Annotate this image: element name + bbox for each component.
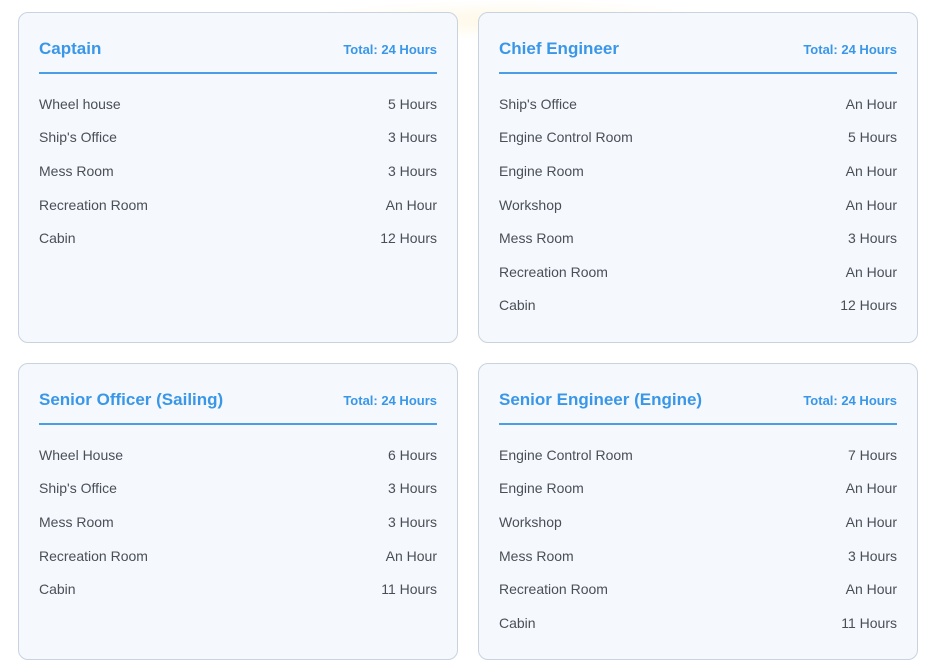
schedule-row: Workshop An Hour <box>499 505 897 539</box>
location-label: Ship's Office <box>499 95 577 112</box>
location-label: Wheel House <box>39 446 124 463</box>
schedule-row: Recreation Room An Hour <box>499 572 897 606</box>
location-label: Cabin <box>39 581 76 598</box>
hours-value: 5 Hours <box>387 95 437 112</box>
location-label: Cabin <box>499 297 536 314</box>
location-label: Mess Room <box>499 547 574 564</box>
hours-value: 11 Hours <box>841 614 897 631</box>
card-header: Captain Total: 24 Hours <box>39 13 437 74</box>
location-label: Ship's Office <box>39 129 117 146</box>
card-header: Senior Engineer (Engine) Total: 24 Hours <box>499 364 897 425</box>
hours-value: An Hour <box>845 513 897 530</box>
hours-value: An Hour <box>385 196 437 213</box>
card-header: Chief Engineer Total: 24 Hours <box>499 13 897 74</box>
schedule-row: Mess Room 3 Hours <box>39 505 437 539</box>
card-total: Total: 24 Hours <box>343 393 437 408</box>
hours-value: 7 Hours <box>847 446 897 463</box>
schedule-list: Ship's Office An Hour Engine Control Room 5… <box>499 74 897 322</box>
location-label: Cabin <box>39 230 76 247</box>
location-label: Mess Room <box>39 162 114 179</box>
hours-value: 3 Hours <box>387 513 437 530</box>
location-label: Recreation Room <box>39 196 148 213</box>
schedule-row: Cabin 11 Hours <box>499 606 897 640</box>
schedule-row: Ship's Office 3 Hours <box>39 121 437 155</box>
card-senior-officer-sailing: Senior Officer (Sailing) Total: 24 Hours… <box>18 363 458 660</box>
location-label: Workshop <box>499 196 562 213</box>
location-label: Cabin <box>499 614 536 631</box>
hours-value: 12 Hours <box>380 230 437 247</box>
card-title: Captain <box>39 39 102 58</box>
schedule-row: Engine Control Room 5 Hours <box>499 121 897 155</box>
schedule-row: Wheel House 6 Hours <box>39 438 437 472</box>
schedule-list: Wheel House 6 Hours Ship's Office 3 Hours Me… <box>39 425 437 606</box>
page: Captain Total: 24 Hours Wheel house 5 Hou… <box>0 0 930 666</box>
card-senior-engineer-engine: Senior Engineer (Engine) Total: 24 Hours… <box>478 363 918 660</box>
schedule-row: Cabin 12 Hours <box>499 289 897 323</box>
location-label: Engine Room <box>499 162 584 179</box>
card-total: Total: 24 Hours <box>343 42 437 57</box>
schedule-row: Mess Room 3 Hours <box>499 221 897 255</box>
location-label: Ship's Office <box>39 480 117 497</box>
schedule-row: Engine Room An Hour <box>499 472 897 506</box>
card-title: Senior Engineer (Engine) <box>499 390 703 409</box>
hours-value: 3 Hours <box>847 230 897 247</box>
hours-value: An Hour <box>385 547 437 564</box>
schedule-row: Recreation Room An Hour <box>499 255 897 289</box>
hours-value: An Hour <box>845 95 897 112</box>
schedule-list: Wheel house 5 Hours Ship's Office 3 Hours Me… <box>39 74 437 255</box>
hours-value: 3 Hours <box>847 547 897 564</box>
schedule-row: Mess Room 3 Hours <box>39 154 437 188</box>
hours-value: An Hour <box>845 581 897 598</box>
hours-value: An Hour <box>845 162 897 179</box>
schedule-row: Recreation Room An Hour <box>39 188 437 222</box>
schedule-list: Engine Control Room 7 Hours Engine Room An … <box>499 425 897 640</box>
location-label: Engine Control Room <box>499 446 633 463</box>
hours-value: 3 Hours <box>387 162 437 179</box>
location-label: Recreation Room <box>499 263 608 280</box>
card-header: Senior Officer (Sailing) Total: 24 Hours <box>39 364 437 425</box>
schedule-row: Engine Room An Hour <box>499 154 897 188</box>
schedule-row: Ship's Office An Hour <box>499 87 897 121</box>
schedule-row: Ship's Office 3 Hours <box>39 472 437 506</box>
card-total: Total: 24 Hours <box>803 393 897 408</box>
hours-value: 3 Hours <box>387 480 437 497</box>
schedule-row: Recreation Room An Hour <box>39 539 437 573</box>
card-chief-engineer: Chief Engineer Total: 24 Hours Ship's Of… <box>478 12 918 343</box>
location-label: Recreation Room <box>499 581 608 598</box>
hours-value: An Hour <box>845 480 897 497</box>
schedule-row: Engine Control Room 7 Hours <box>499 438 897 472</box>
schedule-row: Wheel house 5 Hours <box>39 87 437 121</box>
hours-value: 6 Hours <box>387 446 437 463</box>
card-captain: Captain Total: 24 Hours Wheel house 5 Hou… <box>18 12 458 343</box>
schedule-row: Workshop An Hour <box>499 188 897 222</box>
card-title: Senior Officer (Sailing) <box>39 390 224 409</box>
card-total: Total: 24 Hours <box>803 42 897 57</box>
schedule-row: Mess Room 3 Hours <box>499 539 897 573</box>
hours-value: 5 Hours <box>847 129 897 146</box>
location-label: Mess Room <box>499 230 574 247</box>
location-label: Wheel house <box>39 95 121 112</box>
hours-value: 11 Hours <box>381 581 437 598</box>
hours-value: An Hour <box>845 263 897 280</box>
hours-value: 12 Hours <box>840 297 897 314</box>
hours-value: 3 Hours <box>387 129 437 146</box>
hours-value: An Hour <box>845 196 897 213</box>
location-label: Engine Room <box>499 480 584 497</box>
card-title: Chief Engineer <box>499 39 619 58</box>
location-label: Workshop <box>499 513 562 530</box>
schedule-row: Cabin 12 Hours <box>39 221 437 255</box>
schedule-row: Cabin 11 Hours <box>39 572 437 606</box>
location-label: Mess Room <box>39 513 114 530</box>
location-label: Recreation Room <box>39 547 148 564</box>
location-label: Engine Control Room <box>499 129 633 146</box>
